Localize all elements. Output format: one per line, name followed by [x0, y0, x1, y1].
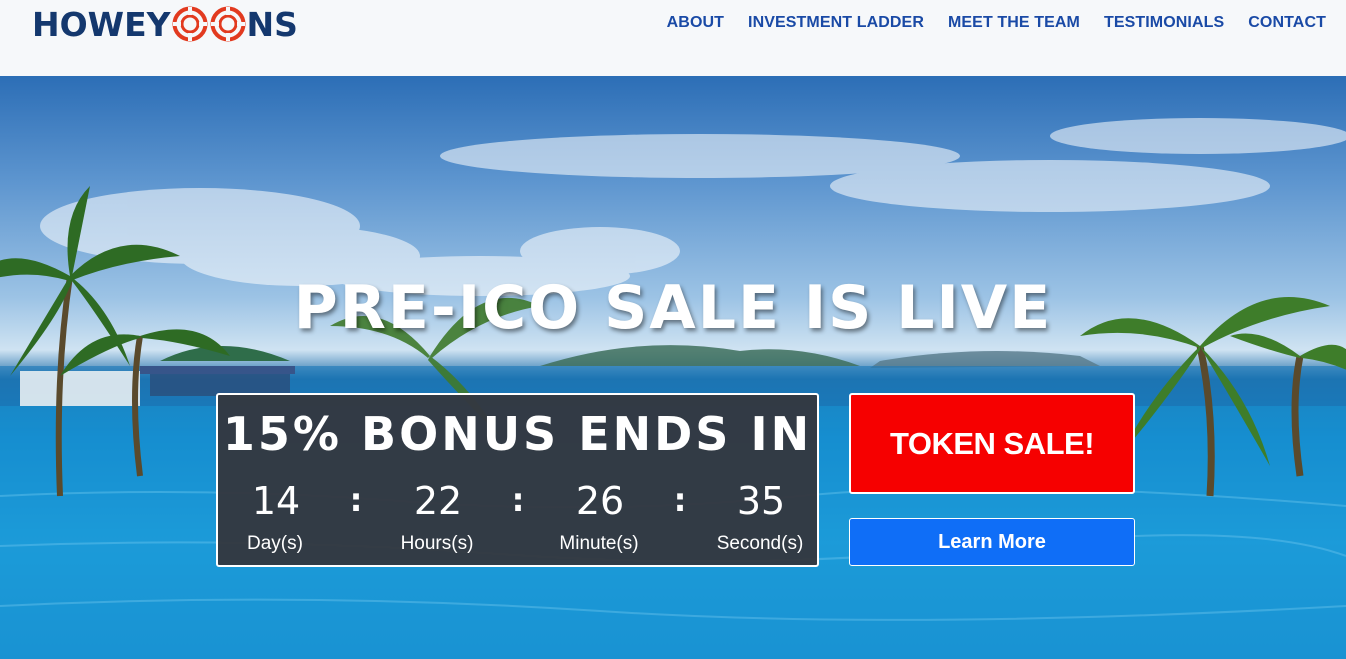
token-sale-button[interactable]: TOKEN SALE!: [849, 393, 1135, 494]
countdown-separator: :: [349, 481, 363, 519]
tropical-pool-background-image: [0, 118, 1346, 659]
site-header: HOWEY NS ABOUT INVESTMENT LADDER MEET TH…: [0, 0, 1346, 76]
countdown-minutes-label: Minute(s): [559, 533, 639, 554]
nav-testimonials[interactable]: TESTIMONIALS: [1104, 14, 1224, 32]
nav-about[interactable]: ABOUT: [667, 14, 724, 32]
countdown-separator: :: [673, 481, 687, 519]
main-nav: ABOUT INVESTMENT LADDER MEET THE TEAM TE…: [667, 14, 1326, 32]
countdown-seconds: 35: [736, 479, 786, 523]
bonus-countdown-box: 15% BONUS ENDS IN 14 : 22 : 26 : 35 Day(…: [216, 393, 819, 567]
countdown-minutes: 26: [575, 479, 625, 523]
nav-meet-the-team[interactable]: MEET THE TEAM: [948, 14, 1080, 32]
nav-investment-ladder[interactable]: INVESTMENT LADDER: [748, 14, 924, 32]
countdown-days-label: Day(s): [247, 533, 303, 554]
nav-contact[interactable]: CONTACT: [1248, 14, 1326, 32]
learn-more-button[interactable]: Learn More: [849, 518, 1135, 566]
coin-logo-icon: [172, 6, 208, 42]
logo-text-right: NS: [246, 4, 298, 44]
countdown-days: 14: [251, 479, 301, 523]
hero-section: PRE-ICO SALE IS LIVE 15% BONUS ENDS IN 1…: [0, 76, 1346, 659]
logo-text-left: HOWEY: [32, 4, 171, 44]
countdown-separator: :: [511, 481, 525, 519]
countdown-title: 15% BONUS ENDS IN: [222, 407, 813, 461]
countdown-hours-label: Hours(s): [400, 533, 474, 554]
hero-headline: PRE-ICO SALE IS LIVE: [293, 273, 1053, 343]
countdown-seconds-label: Second(s): [716, 533, 804, 554]
howeycoins-logo[interactable]: HOWEY NS: [32, 4, 298, 44]
countdown-hours: 22: [413, 479, 463, 523]
coin-logo-icon: [210, 6, 246, 42]
